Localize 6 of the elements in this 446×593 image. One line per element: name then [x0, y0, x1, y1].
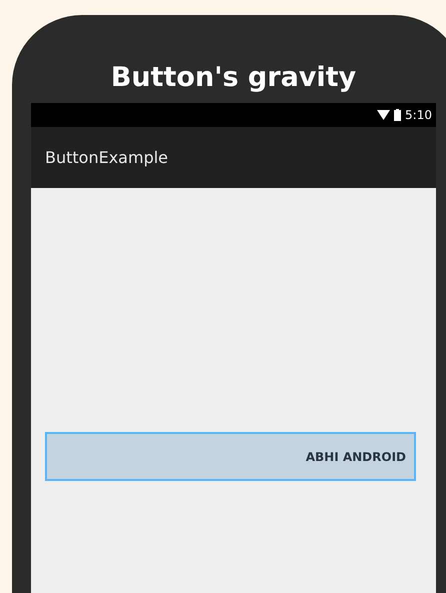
heading: Button's gravity	[110, 60, 356, 95]
battery-icon	[394, 109, 402, 121]
app-title: ButtonExample	[45, 146, 168, 168]
wifi-icon	[377, 110, 390, 120]
abhi-android-button[interactable]: ABHI ANDROID	[45, 432, 416, 481]
clock: 5:10	[405, 107, 432, 124]
